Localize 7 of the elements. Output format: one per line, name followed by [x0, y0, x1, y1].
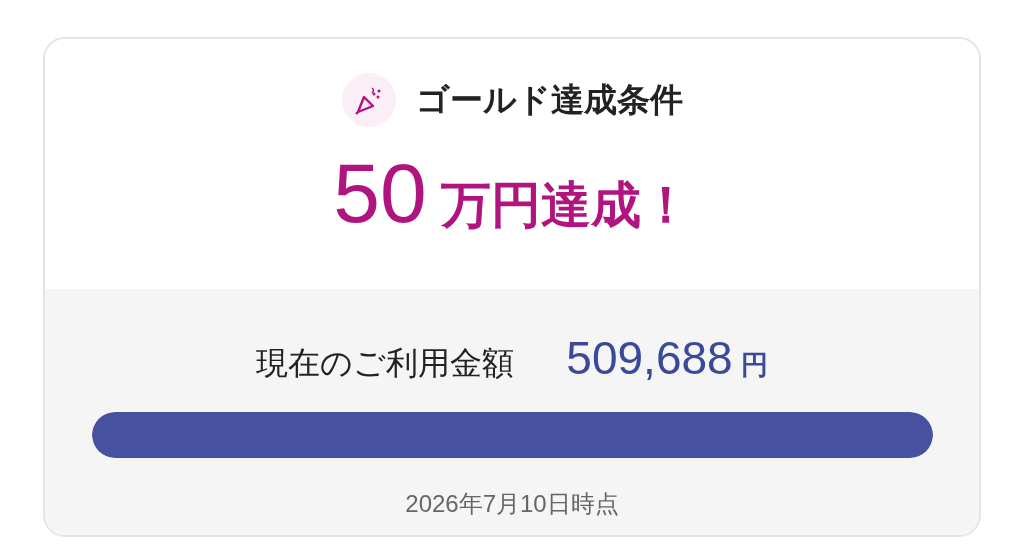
goal-amount: 50 [333, 145, 427, 242]
goal-suffix: 万円達成！ [440, 176, 691, 235]
usage-amount: 509,688 [566, 331, 733, 385]
usage-label: 現在のご利用金額 [256, 344, 515, 383]
as-of-date: 2026年7月10日時点 [405, 489, 619, 519]
section-title: ゴールド達成条件 [415, 79, 683, 120]
currency-unit: 円 [740, 349, 768, 382]
